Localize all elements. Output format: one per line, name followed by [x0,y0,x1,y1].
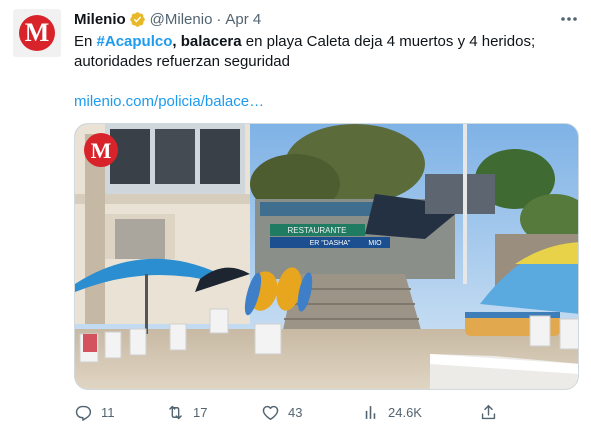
tweet-photo[interactable]: M RESTAURANTE ER "DASHA" MIO [74,123,579,390]
tweet-text: En #Acapulco, balacera en playa Caleta d… [74,32,579,72]
reply-button[interactable]: 11 [74,400,115,424]
article-link[interactable]: milenio.com/policia/balace… [74,92,264,112]
beach-photo: M RESTAURANTE ER "DASHA" MIO [75,124,578,389]
retweet-icon [169,405,182,419]
like-count: 43 [288,404,303,420]
views-button[interactable]: 24.6K [361,400,422,424]
restaurant-sign-sub: ER "DASHA" [310,240,351,247]
author-name[interactable]: Milenio [74,11,126,28]
share-button[interactable] [479,400,506,424]
like-button[interactable]: 43 [261,400,302,424]
avatar-letter: M [24,18,50,47]
photo-watermark: M [91,138,112,163]
milenio-logo: M [19,15,55,51]
tweet-header: Milenio @Milenio · Apr 4 [74,9,261,29]
heart-icon [262,405,279,420]
tweet-date[interactable]: Apr 4 [225,11,261,28]
tweet-text-comma: , [172,33,177,50]
retweet-button[interactable]: 17 [166,400,207,424]
views-icon [365,405,376,419]
more-dots-icon [561,17,577,21]
tweet-text-bold: balacera [180,33,242,50]
reply-count: 11 [101,404,115,420]
tweet-text-prefix: En [74,33,97,50]
header-separator: · [216,10,222,28]
more-options-button[interactable] [558,10,580,28]
action-bar: 11 17 43 24.6K [74,400,504,424]
restaurant-sign-right: MIO [368,240,382,247]
verified-badge-icon [129,11,145,27]
retweet-count: 17 [193,404,208,420]
tweet-card[interactable]: M Milenio @Milenio · Apr 4 En #Acapulco,… [0,0,591,427]
hashtag-link[interactable]: #Acapulco [97,33,173,50]
author-handle[interactable]: @Milenio [150,11,213,28]
share-icon [481,404,496,419]
restaurant-sign: RESTAURANTE [288,226,347,235]
views-count: 24.6K [388,404,422,420]
avatar[interactable]: M [13,9,61,57]
reply-icon [75,405,92,421]
